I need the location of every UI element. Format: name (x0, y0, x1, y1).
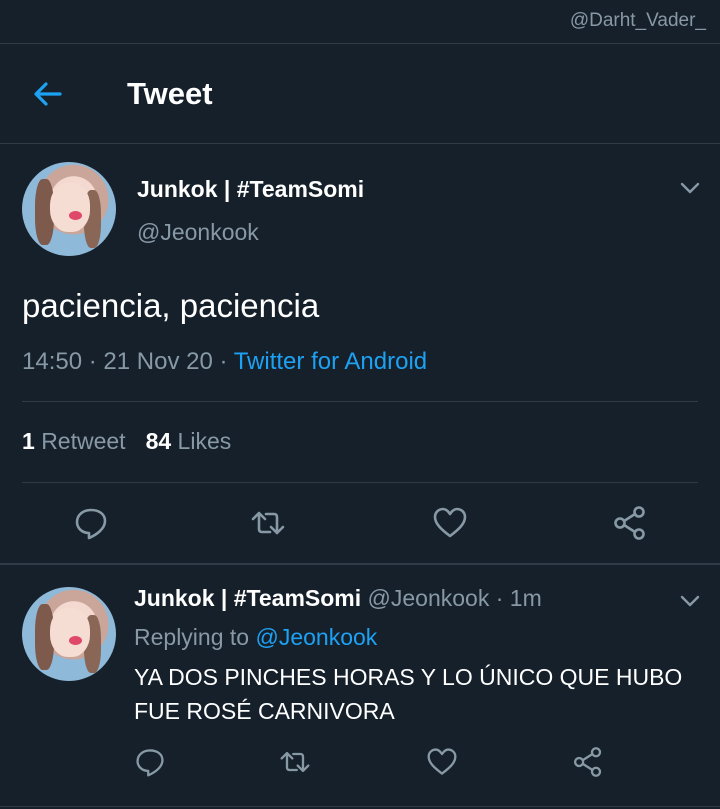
replying-to-label: Replying to (134, 624, 250, 650)
reply-header: Junkok | #TeamSomi @Jeonkook · 1m (134, 585, 542, 612)
heart-icon (427, 748, 457, 775)
divider (22, 401, 698, 402)
comment-icon (75, 508, 107, 540)
retweet-icon (251, 511, 285, 535)
tweet-time: 14:50 (22, 348, 83, 375)
retweet-label: Retweet (41, 428, 126, 454)
reply-button[interactable] (73, 505, 109, 541)
reply-reply-button[interactable] (134, 746, 166, 778)
reply-text: YA DOS PINCHES HORAS Y LO ÚNICO QUE HUBO… (134, 664, 683, 724)
author-display-name[interactable]: Junkok | #TeamSomi (137, 176, 364, 203)
tweet-meta: 14:50 · 21 Nov 20 · Twitter for Android (22, 348, 427, 376)
like-count: 84 (145, 428, 172, 454)
likes-stat[interactable]: 84 Likes (146, 428, 232, 454)
meta-separator: · (219, 348, 228, 375)
watermark: @Darht_Vader_ (569, 10, 706, 31)
top-bar: Tweet (0, 44, 720, 144)
reply-author-handle[interactable]: @Jeonkook (368, 585, 490, 611)
like-label: Likes (177, 428, 232, 454)
section-divider (0, 563, 720, 565)
arrow-left-icon (34, 82, 62, 106)
author-handle[interactable]: @Jeonkook (137, 219, 259, 246)
share-icon (614, 506, 645, 540)
share-icon (573, 747, 602, 777)
retweet-button[interactable] (250, 505, 286, 541)
replying-to-link[interactable]: @Jeonkook (255, 624, 377, 650)
chevron-down-icon (680, 182, 700, 194)
reply-time: · 1m (495, 585, 542, 611)
reply-author-name[interactable]: Junkok | #TeamSomi (134, 585, 361, 611)
divider (22, 482, 698, 483)
chevron-down-icon (680, 595, 700, 607)
avatar[interactable] (22, 162, 116, 256)
tweet-text: paciencia, paciencia (22, 287, 320, 324)
tweet-menu-button[interactable] (678, 176, 702, 200)
like-button[interactable] (432, 505, 468, 541)
retweet-icon (280, 751, 310, 773)
tweet-source-link[interactable]: Twitter for Android (234, 348, 427, 375)
reply-like-button[interactable] (426, 746, 458, 778)
comment-icon (136, 749, 164, 777)
replying-to: Replying to @Jeonkook (134, 624, 377, 651)
tweet-stats: 1 Retweet 84 Likes (22, 428, 231, 455)
meta-separator: · (88, 348, 97, 375)
reply-share-button[interactable] (572, 746, 604, 778)
retweet-count: 1 (22, 428, 35, 454)
retweets-stat[interactable]: 1 Retweet (22, 428, 126, 454)
heart-icon (433, 507, 467, 538)
back-button[interactable] (30, 76, 66, 112)
tweet-date: 21 Nov 20 (103, 348, 213, 375)
reply-retweet-button[interactable] (279, 746, 311, 778)
divider (0, 806, 720, 807)
status-bar: @Darht_Vader_ (0, 0, 720, 44)
page-title: Tweet (127, 76, 213, 111)
share-button[interactable] (612, 505, 648, 541)
reply-avatar[interactable] (22, 587, 116, 681)
reply-menu-button[interactable] (678, 589, 702, 613)
